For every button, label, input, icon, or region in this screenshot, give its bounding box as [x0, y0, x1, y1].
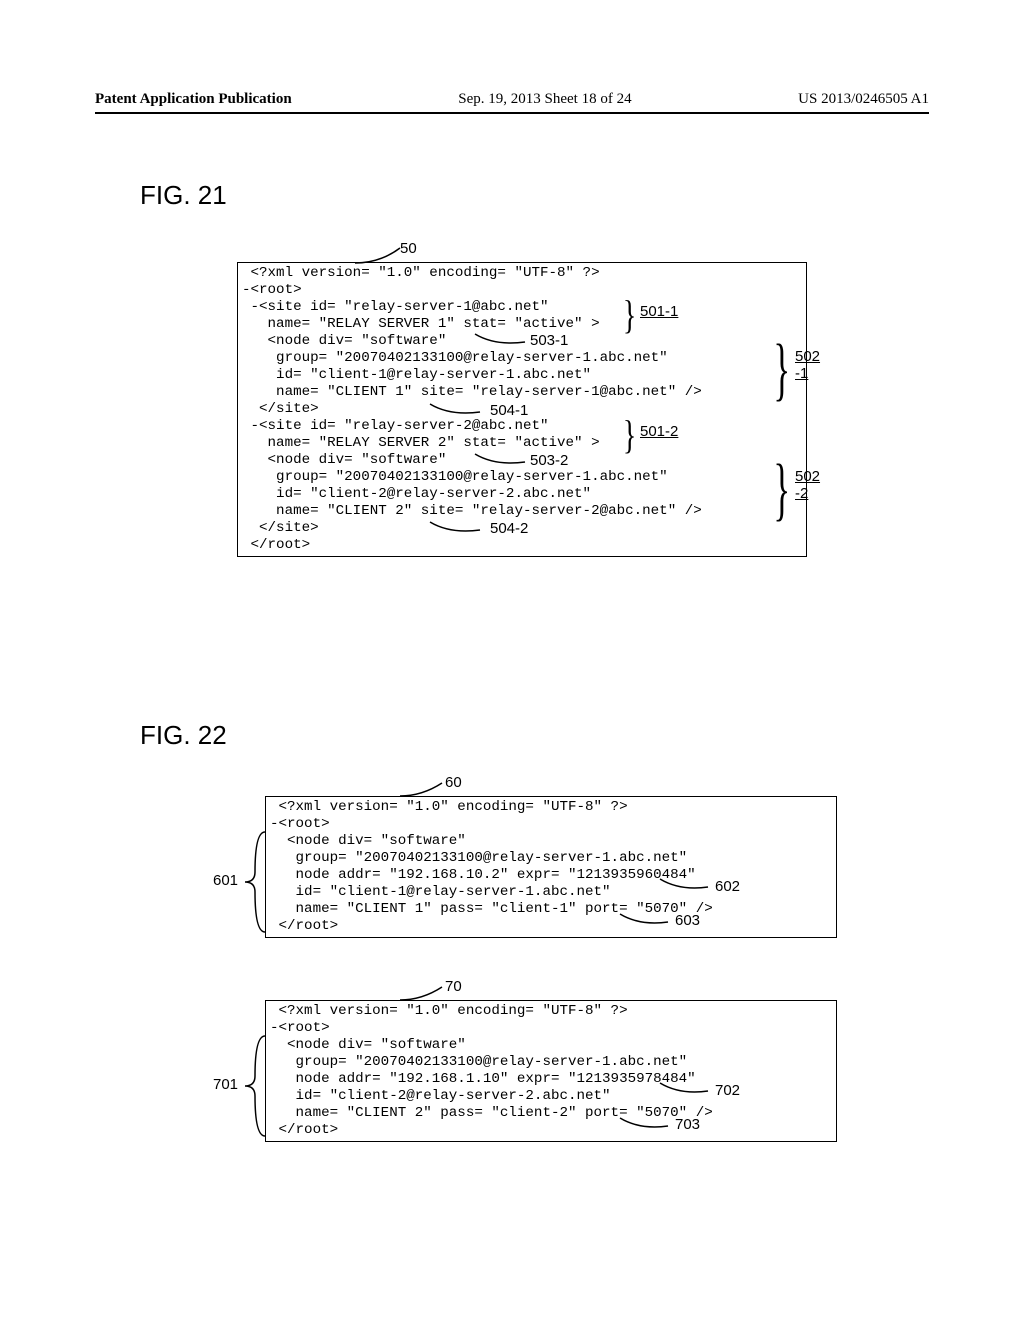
brace-601	[245, 832, 270, 932]
ref-70: 70	[445, 978, 462, 995]
ref-504-1: 504-1	[490, 402, 528, 419]
ref-702: 702	[715, 1082, 740, 1099]
ref-504-2: 504-2	[490, 520, 528, 537]
leader-602	[660, 875, 715, 893]
page-header: Patent Application Publication Sep. 19, …	[95, 80, 929, 114]
ref-503-2: 503-2	[530, 452, 568, 469]
leader-503-1	[475, 330, 535, 348]
ref-503-1: 503-1	[530, 332, 568, 349]
ref-502-1b: -1	[795, 365, 808, 382]
leader-503-2	[475, 450, 535, 468]
leader-504-1	[430, 400, 490, 418]
brace-701	[245, 1036, 270, 1136]
ref-701: 701	[213, 1076, 238, 1093]
ref-60: 60	[445, 774, 462, 791]
ref-501-1: 501-1	[640, 303, 678, 320]
leader-603	[620, 910, 675, 928]
header-left: Patent Application Publication	[95, 91, 292, 108]
leader-702	[660, 1079, 715, 1097]
xml-box-60: <?xml version= "1.0" encoding= "UTF-8" ?…	[265, 796, 837, 938]
header-right: US 2013/0246505 A1	[798, 91, 929, 108]
header-center: Sep. 19, 2013 Sheet 18 of 24	[458, 91, 631, 108]
leader-504-2	[430, 518, 490, 536]
ref-601: 601	[213, 872, 238, 889]
figure-22-label: FIG. 22	[140, 720, 227, 751]
ref-703: 703	[675, 1116, 700, 1133]
figure-21-label: FIG. 21	[140, 180, 227, 211]
ref-502-2b: -2	[795, 485, 808, 502]
ref-501-2: 501-2	[640, 423, 678, 440]
ref-502-2a: 502	[795, 468, 820, 485]
xml-box-70: <?xml version= "1.0" encoding= "UTF-8" ?…	[265, 1000, 837, 1142]
leader-703	[620, 1114, 675, 1132]
ref-502-1a: 502	[795, 348, 820, 365]
ref-603: 603	[675, 912, 700, 929]
ref-50: 50	[400, 240, 417, 257]
ref-602: 602	[715, 878, 740, 895]
